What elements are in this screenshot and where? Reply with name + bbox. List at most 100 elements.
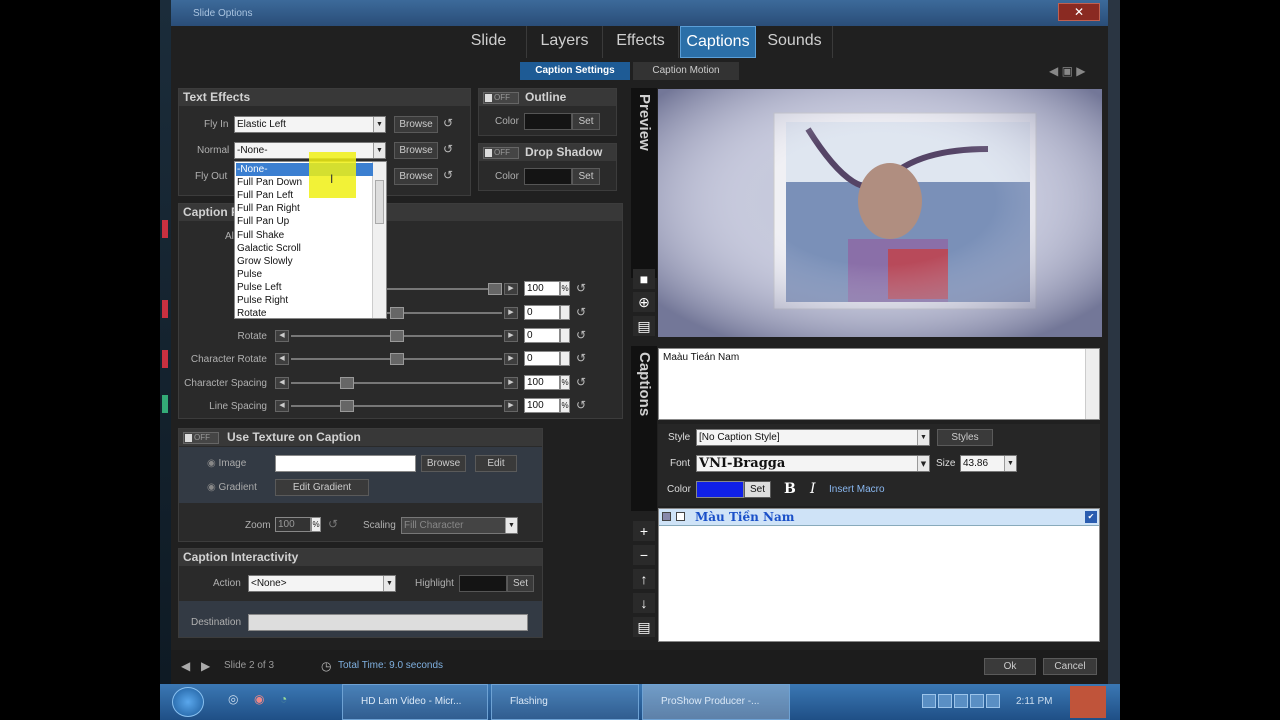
ie-icon[interactable]: ◎: [228, 692, 238, 706]
styles-button[interactable]: Styles: [937, 429, 993, 446]
caption-options-icon[interactable]: ▤: [633, 617, 655, 637]
reset-icon[interactable]: ↺: [576, 328, 586, 342]
slider-value[interactable]: 0: [524, 351, 560, 366]
nav-arrows-icon[interactable]: ◀ ▣ ▶: [1049, 64, 1085, 78]
taskbar-item[interactable]: ProShow Producer -...: [642, 684, 790, 720]
slider-value[interactable]: 0: [524, 305, 560, 320]
slider-value[interactable]: 0: [524, 328, 560, 343]
highlight-color-swatch[interactable]: [459, 575, 507, 592]
outline-set-button[interactable]: Set: [572, 113, 600, 130]
reset-icon[interactable]: ↺: [443, 168, 453, 182]
scrollbar[interactable]: [1085, 349, 1099, 419]
slider-value[interactable]: 100: [524, 398, 560, 413]
drop-shadow-set-button[interactable]: Set: [572, 168, 600, 185]
slider-track[interactable]: [291, 382, 502, 384]
tray-icon[interactable]: [938, 694, 952, 708]
checkbox-icon[interactable]: ✔: [1085, 511, 1097, 523]
tab-effects[interactable]: Effects: [603, 26, 679, 58]
texture-browse-button[interactable]: Browse: [421, 455, 466, 472]
dropdown-item[interactable]: Pulse Left: [236, 281, 373, 294]
app-icon[interactable]: ◔: [280, 692, 287, 706]
stop-icon[interactable]: ■: [633, 269, 655, 289]
tab-sounds[interactable]: Sounds: [757, 26, 833, 58]
outline-color-swatch[interactable]: [524, 113, 572, 130]
slider-value[interactable]: 100: [524, 281, 560, 296]
slider[interactable]: ◀▶: [275, 400, 518, 412]
image-radio-label[interactable]: ◉ Image: [207, 458, 246, 469]
start-button[interactable]: [172, 687, 204, 717]
cancel-button[interactable]: Cancel: [1043, 658, 1097, 675]
reset-icon[interactable]: ↺: [576, 281, 586, 295]
image-path-field[interactable]: [275, 455, 416, 472]
slider[interactable]: ◀▶: [275, 353, 518, 365]
slider-increase-icon[interactable]: ▶: [504, 307, 518, 319]
browser-icon[interactable]: ◉: [254, 692, 264, 706]
slider-thumb[interactable]: [389, 307, 404, 319]
reset-icon[interactable]: ↺: [576, 398, 586, 412]
tray-icon[interactable]: [970, 694, 984, 708]
taskbar-item[interactable]: Flashing: [491, 684, 639, 720]
tab-layers[interactable]: Layers: [527, 26, 603, 58]
lock-icon[interactable]: [676, 512, 685, 521]
slider-thumb[interactable]: [389, 353, 404, 365]
slider-thumb[interactable]: [340, 377, 355, 389]
slider-decrease-icon[interactable]: ◀: [275, 353, 289, 365]
close-button[interactable]: ✕: [1058, 3, 1100, 21]
scaling-select[interactable]: Fill Character ▼: [401, 517, 518, 534]
tray-icon[interactable]: [986, 694, 1000, 708]
edit-gradient-button[interactable]: Edit Gradient: [275, 479, 369, 496]
texture-toggle[interactable]: OFF: [183, 432, 219, 444]
slider[interactable]: ◀▶: [275, 377, 518, 389]
visibility-icon[interactable]: [662, 512, 671, 521]
reset-icon[interactable]: ↺: [443, 142, 453, 156]
italic-button[interactable]: I: [810, 481, 816, 497]
dropdown-item[interactable]: Galactic Scroll: [236, 242, 373, 255]
title-bar[interactable]: Slide Options ✕: [171, 0, 1108, 26]
tray-icon[interactable]: [954, 694, 968, 708]
tab-slide[interactable]: Slide: [451, 26, 527, 58]
reset-icon[interactable]: ↺: [328, 517, 338, 531]
reset-icon[interactable]: ↺: [576, 305, 586, 319]
size-select[interactable]: 43.86 ▼: [960, 455, 1017, 472]
slider-track[interactable]: [291, 405, 502, 407]
highlight-set-button[interactable]: Set: [507, 575, 534, 592]
fly-in-select[interactable]: Elastic Left ▼: [234, 116, 386, 133]
slider-increase-icon[interactable]: ▶: [504, 377, 518, 389]
bold-button[interactable]: B: [784, 481, 796, 497]
next-slide-icon[interactable]: ▶: [201, 659, 210, 673]
prev-slide-icon[interactable]: ◀: [181, 659, 190, 673]
scroll-thumb[interactable]: [375, 180, 384, 224]
tray-icon[interactable]: [922, 694, 936, 708]
drop-shadow-color-swatch[interactable]: [524, 168, 572, 185]
outline-toggle[interactable]: OFF: [483, 92, 519, 104]
subtab-caption-settings[interactable]: Caption Settings: [520, 62, 630, 80]
action-select[interactable]: <None> ▼: [248, 575, 396, 592]
add-caption-icon[interactable]: +: [633, 521, 655, 541]
slider-decrease-icon[interactable]: ◀: [275, 330, 289, 342]
preview-options-icon[interactable]: ▤: [633, 316, 655, 336]
slider-value[interactable]: 100: [524, 375, 560, 390]
slider-thumb[interactable]: [340, 400, 355, 412]
dropdown-scrollbar[interactable]: [372, 162, 386, 318]
list-item[interactable]: Màu Tiền Nam ✔: [659, 509, 1099, 526]
slider-increase-icon[interactable]: ▶: [504, 353, 518, 365]
slider-increase-icon[interactable]: ▶: [504, 400, 518, 412]
slider-thumb[interactable]: [488, 283, 502, 295]
reset-icon[interactable]: ↺: [443, 116, 453, 130]
caption-color-swatch[interactable]: [696, 481, 744, 498]
style-select[interactable]: [No Caption Style] ▼: [696, 429, 930, 446]
slider-thumb[interactable]: [389, 330, 404, 342]
browse-button[interactable]: Browse: [394, 116, 438, 133]
dropdown-item[interactable]: Grow Slowly: [236, 255, 373, 268]
dropdown-item[interactable]: Full Shake: [236, 229, 373, 242]
remove-caption-icon[interactable]: −: [633, 545, 655, 565]
dropdown-item[interactable]: Full Pan Up: [236, 215, 373, 228]
slider-increase-icon[interactable]: ▶: [504, 283, 518, 295]
destination-field[interactable]: [248, 614, 528, 631]
texture-edit-button[interactable]: Edit: [475, 455, 517, 472]
tab-captions[interactable]: Captions: [680, 26, 756, 58]
dropdown-item[interactable]: Pulse: [236, 268, 373, 281]
drop-shadow-toggle[interactable]: OFF: [483, 147, 519, 159]
ok-button[interactable]: Ok: [984, 658, 1036, 675]
color-set-button[interactable]: Set: [744, 481, 771, 498]
